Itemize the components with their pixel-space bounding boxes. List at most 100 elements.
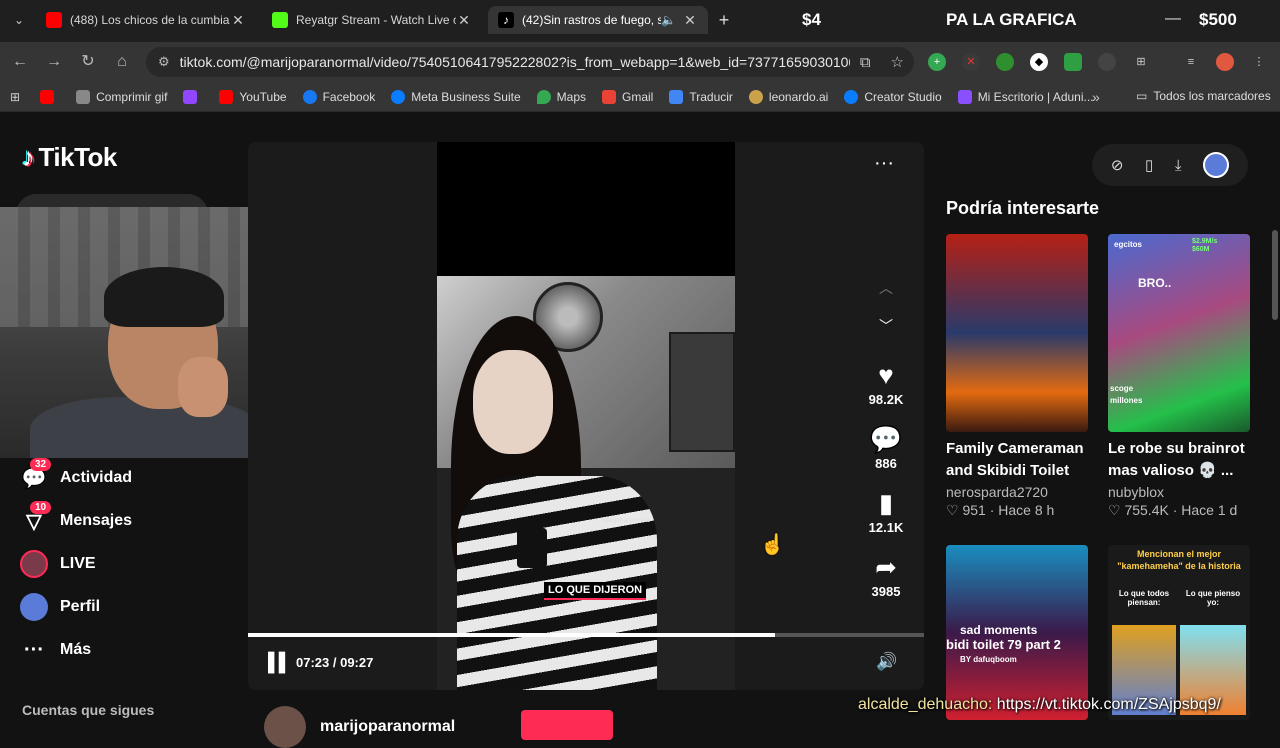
nav-actividad[interactable]: 💬 32 Actividad — [20, 458, 133, 492]
previous-video-icon[interactable]: ︿ — [874, 278, 898, 298]
recommendation-card[interactable]: egcitos $2.9M/s $60M BRO.. scoge millone… — [1108, 234, 1250, 519]
recommendation-thumbnail[interactable] — [946, 234, 1088, 432]
bookmark-youtube[interactable]: YouTube — [219, 89, 287, 104]
bookmark-twitch-icon[interactable] — [183, 89, 203, 104]
user-avatar[interactable] — [1203, 152, 1230, 178]
more-options-icon[interactable]: ··· — [874, 152, 894, 175]
all-bookmarks-folder[interactable]: ▭ Todos los marcadores — [1136, 89, 1271, 103]
browser-tab-kick[interactable]: Reyatgr Stream - Watch Live on ✕ — [262, 6, 482, 34]
home-icon[interactable]: ⌂ — [110, 50, 134, 74]
install-icon[interactable]: ⧉ — [860, 54, 871, 71]
bookmark-creator-studio[interactable]: Creator Studio — [844, 89, 942, 104]
extension-green-icon[interactable] — [996, 53, 1014, 71]
author-avatar[interactable] — [264, 706, 306, 748]
tiktok-logo[interactable]: ♪ TikTok — [22, 142, 117, 173]
recommendation-thumbnail[interactable]: Mencionan el mejor "kamehameha" de la hi… — [1108, 545, 1250, 720]
youtube-icon — [46, 12, 62, 28]
nav-live[interactable]: LIVE — [20, 550, 96, 578]
nav-label: Actividad — [60, 469, 133, 486]
recommendation-title[interactable]: Le robe su brainrot mas valioso 💀 ... — [1108, 438, 1250, 482]
bookmark-leonardo[interactable]: leonardo.ai — [748, 89, 828, 104]
pause-icon[interactable]: ▌▌ — [268, 652, 291, 673]
bookmarks-overflow-icon[interactable]: » — [1092, 89, 1100, 105]
nav-mas[interactable]: ··· Más — [20, 636, 91, 664]
apps-grid-icon[interactable]: ⊞ — [10, 90, 20, 104]
close-icon[interactable]: ✕ — [682, 12, 698, 29]
extension-diamond-icon[interactable]: ◆ — [1030, 53, 1048, 71]
live-icon — [20, 550, 48, 578]
browser-tab-youtube[interactable]: (488) Los chicos de la cumbia - ✕ — [36, 6, 256, 34]
extensions-puzzle-icon[interactable]: ⊞ — [1132, 53, 1150, 71]
author-name[interactable]: marijoparanormal — [320, 718, 455, 736]
bookmark-gmail[interactable]: Gmail — [602, 89, 653, 104]
share-button[interactable]: ➦ 3985 — [860, 552, 912, 599]
address-bar[interactable]: ⚙ tiktok.com/@marijoparanormal/video/754… — [146, 47, 914, 77]
minimize-icon[interactable]: — — [1165, 10, 1181, 28]
tab-search-icon[interactable]: ⌄ — [8, 9, 30, 31]
speaker-icon[interactable]: 🔈 — [661, 13, 676, 27]
recommendation-thumbnail[interactable]: egcitos $2.9M/s $60M BRO.. scoge millone… — [1108, 234, 1250, 432]
kick-icon — [272, 12, 288, 28]
close-icon[interactable]: ✕ — [230, 12, 246, 29]
comment-button[interactable]: 💬 886 — [860, 424, 912, 471]
nav-label: Mensajes — [60, 512, 133, 529]
recommendation-card[interactable]: Mencionan el mejor "kamehameha" de la hi… — [1108, 545, 1250, 720]
forward-icon[interactable]: → — [42, 50, 66, 74]
aduni-icon — [957, 89, 972, 104]
save-count: 12.1K — [868, 520, 904, 535]
recommendation-meta: ♡ 755.4K · Hace 1 d — [1108, 502, 1238, 518]
bookmark-traducir[interactable]: Traducir — [669, 89, 733, 104]
nav-label: LIVE — [60, 555, 96, 572]
url-text[interactable]: tiktok.com/@marijoparanormal/video/75405… — [180, 54, 850, 70]
overlay-left-amount: $4 — [802, 10, 821, 29]
recommendation-thumbnail[interactable]: sad moments bidi toilet 79 part 2 BY daf… — [946, 545, 1088, 720]
download-icon[interactable]: ⤓ — [1175, 157, 1182, 174]
recommendation-card[interactable]: Family Cameraman and Skibidi Toilet 7...… — [946, 234, 1088, 519]
bookmark-facebook[interactable]: Facebook — [302, 89, 375, 104]
meta-icon — [391, 89, 406, 104]
reload-icon[interactable]: ↻ — [76, 50, 100, 74]
browser-tab-tiktok[interactable]: ♪ (42)Sin rastros de fuego, sin 🔈 ✕ — [488, 6, 708, 34]
like-button[interactable]: ♥ 98.2K — [860, 360, 912, 407]
nav-perfil[interactable]: Perfil — [20, 593, 100, 621]
nav-mensajes[interactable]: ▽ 10 Mensajes — [20, 501, 133, 535]
site-info-icon[interactable]: ⚙ — [158, 54, 170, 70]
media-control-icon[interactable]: ≡ — [1182, 53, 1200, 71]
recommendation-title[interactable]: Family Cameraman and Skibidi Toilet 7... — [946, 438, 1088, 482]
video-content[interactable]: MarijoParanormal LO QUE DIJERON — [437, 276, 735, 690]
bookmark-mi-escritorio[interactable]: Mi Escritorio | Aduni... — [957, 89, 1094, 104]
compass-icon[interactable]: ⊘ — [1111, 156, 1124, 174]
close-icon[interactable]: ✕ — [456, 12, 472, 29]
save-button[interactable]: ▮ 12.1K — [860, 488, 912, 535]
bookmark-maps[interactable]: Maps — [536, 89, 586, 104]
bookmark-meta-business-suite[interactable]: Meta Business Suite — [391, 89, 521, 104]
new-tab-button[interactable]: + — [714, 10, 734, 30]
next-video-icon[interactable]: ﹀ — [874, 316, 898, 336]
extension-dark-icon[interactable] — [1098, 53, 1116, 71]
extension-close-icon[interactable]: ✕ — [962, 53, 980, 71]
bookmark-star-icon[interactable]: ☆ — [891, 53, 904, 71]
browser-menu-icon[interactable]: ⋮ — [1250, 53, 1268, 71]
tiktok-icon: ♪ — [498, 12, 514, 28]
video-author-row[interactable]: marijoparanormal — [264, 706, 455, 748]
bookmark-icon: ▮ — [878, 488, 894, 518]
recommendation-author[interactable]: nerosparda2720 — [946, 484, 1088, 500]
video-player[interactable]: MarijoParanormal LO QUE DIJERON ··· ︿ ﹀ … — [248, 142, 924, 690]
bookmark-youtube-icon[interactable] — [40, 89, 60, 104]
volume-icon[interactable]: 🔊 — [876, 652, 897, 672]
profile-avatar[interactable] — [1216, 53, 1234, 71]
video-progress-bar[interactable] — [248, 633, 924, 637]
follow-button[interactable] — [521, 710, 613, 740]
phone-icon[interactable]: ▯ — [1145, 156, 1153, 174]
folder-icon: ▭ — [1136, 89, 1148, 103]
extension-shield-icon[interactable] — [1064, 53, 1082, 71]
comment-count: 886 — [875, 456, 897, 471]
page-scrollbar[interactable] — [1272, 230, 1278, 320]
bookmark-comprimir-gif[interactable]: Comprimir gif — [76, 89, 167, 104]
recommendation-card[interactable]: sad moments bidi toilet 79 part 2 BY daf… — [946, 545, 1088, 720]
back-icon[interactable]: ← — [8, 50, 32, 74]
messages-badge: 10 — [30, 501, 52, 514]
heart-outline-icon: ♡ — [946, 502, 963, 518]
extension-plus-icon[interactable]: + — [928, 53, 946, 71]
recommendation-author[interactable]: nubyblox — [1108, 484, 1250, 500]
